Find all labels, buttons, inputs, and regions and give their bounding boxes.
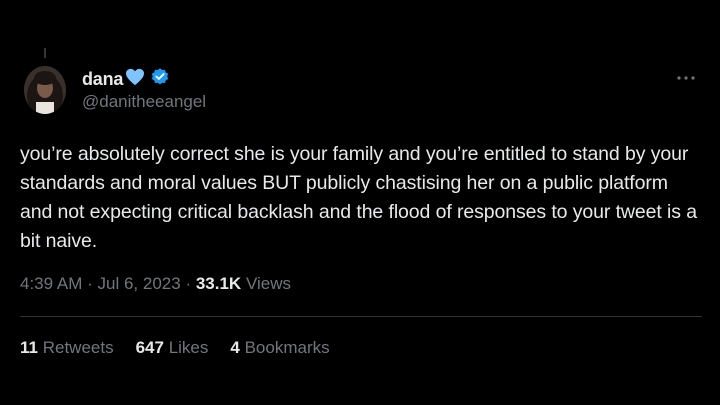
tweet-text: you’re absolutely correct she is your fa…: [20, 143, 697, 252]
light-blue-heart-icon: [125, 68, 145, 91]
tweet-meta: 4:39 AM · Jul 6, 2023 · 33.1K Views: [20, 274, 291, 294]
divider: [20, 316, 702, 317]
user-handle[interactable]: @danitheeangel: [82, 92, 206, 112]
bookmarks-count: 4: [230, 338, 240, 357]
tweet-card: dana @danitheeangel you’re absolutely co…: [0, 0, 720, 405]
likes-count: 647: [135, 338, 164, 357]
retweets-stat[interactable]: 11 Retweets: [20, 338, 114, 358]
retweets-label: Retweets: [42, 338, 114, 357]
more-dots-icon: [677, 76, 695, 80]
display-name[interactable]: dana: [82, 69, 123, 90]
bookmarks-stat[interactable]: 4 Bookmarks: [230, 338, 329, 358]
verified-badge-icon[interactable]: [150, 67, 170, 92]
likes-stat[interactable]: 647 Likes: [136, 338, 209, 358]
thread-connector-line: [44, 48, 46, 58]
retweets-count: 11: [20, 338, 38, 357]
tweet-date[interactable]: Jul 6, 2023: [98, 274, 181, 293]
bookmarks-label: Bookmarks: [244, 338, 330, 357]
views-label: Views: [245, 274, 291, 293]
more-options-button[interactable]: [674, 66, 698, 90]
meta-separator: ·: [185, 274, 192, 293]
likes-label: Likes: [168, 338, 209, 357]
meta-separator: ·: [87, 274, 93, 293]
avatar[interactable]: [24, 66, 66, 114]
views-count[interactable]: 33.1K: [196, 274, 241, 293]
tweet-time[interactable]: 4:39 AM: [20, 274, 82, 293]
author-name-row[interactable]: dana: [82, 67, 170, 92]
engagement-stats: 11 Retweets 647 Likes 4 Bookmarks: [20, 338, 330, 358]
